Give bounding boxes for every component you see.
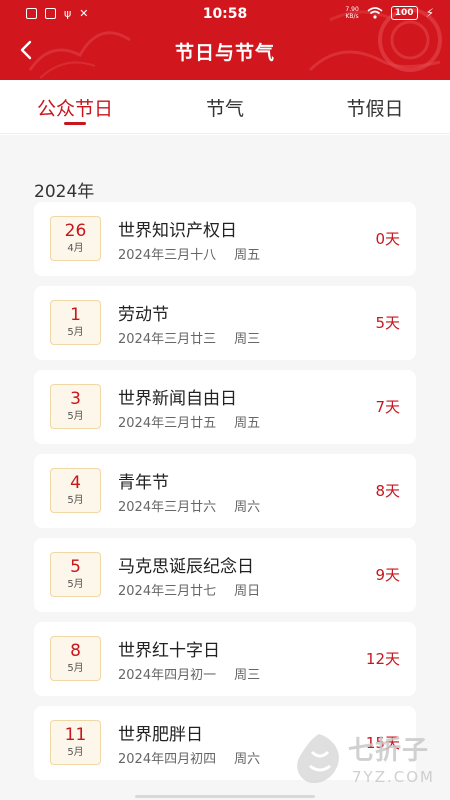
festival-name: 劳动节 (118, 305, 169, 325)
date-badge: 26 4月 (50, 216, 101, 261)
festival-card[interactable]: 5 5月 马克思诞辰纪念日 2024年三月廿七 周日 9天 (34, 538, 416, 612)
festival-lunar-date: 2024年四月初四 周六 (118, 752, 261, 767)
days-countdown: 12天 (365, 650, 400, 668)
days-countdown: 7天 (375, 398, 400, 416)
date-day: 4 (70, 473, 81, 493)
watermark: 七折子 7YZ.COM (292, 726, 442, 794)
days-countdown: 9天 (375, 566, 400, 584)
date-day: 1 (70, 305, 81, 325)
date-badge: 3 5月 (50, 384, 101, 429)
network-speed: 7.90 KB/s (345, 6, 359, 20)
app-header: ψ ✕ 10:58 7.90 KB/s 100 ⚡ 节日与节气 (0, 0, 450, 80)
date-month: 4月 (67, 243, 84, 254)
date-month: 5月 (67, 747, 84, 758)
tab-statutory-holidays[interactable]: 节假日 (315, 94, 435, 121)
festival-name: 世界肥胖日 (118, 725, 203, 745)
date-month: 5月 (67, 327, 84, 338)
date-badge: 1 5月 (50, 300, 101, 345)
date-day: 8 (70, 641, 81, 661)
watermark-text: 七折子 (348, 736, 430, 766)
date-day: 5 (70, 557, 81, 577)
date-day: 11 (64, 725, 87, 745)
festival-name: 青年节 (118, 473, 169, 493)
date-badge: 8 5月 (50, 636, 101, 681)
charging-icon: ⚡ (425, 6, 434, 20)
status-bar: ψ ✕ 10:58 7.90 KB/s 100 ⚡ (0, 0, 450, 28)
watermark-logo-icon (297, 734, 339, 784)
tab-public-holidays[interactable]: 公众节日 (15, 94, 135, 121)
date-month: 5月 (67, 663, 84, 674)
festival-card[interactable]: 1 5月 劳动节 2024年三月廿三 周三 5天 (34, 286, 416, 360)
festival-name: 马克思诞辰纪念日 (118, 557, 254, 577)
festival-name: 世界红十字日 (118, 641, 220, 661)
festival-name: 世界知识产权日 (118, 221, 237, 241)
watermark-subtext: 7YZ.COM (352, 768, 435, 786)
festival-card[interactable]: 4 5月 青年节 2024年三月廿六 周六 8天 (34, 454, 416, 528)
date-badge: 5 5月 (50, 552, 101, 597)
festival-lunar-date: 2024年三月廿七 周日 (118, 584, 261, 599)
festival-card[interactable]: 8 5月 世界红十字日 2024年四月初一 周三 12天 (34, 622, 416, 696)
status-system-icons: 7.90 KB/s 100 ⚡ (345, 6, 434, 20)
festival-name: 世界新闻自由日 (118, 389, 237, 409)
festival-lunar-date: 2024年三月十八 周五 (118, 248, 261, 263)
tab-bar: 公众节日 节气 节假日 (0, 80, 450, 134)
date-day: 3 (70, 389, 81, 409)
festival-lunar-date: 2024年三月廿三 周三 (118, 332, 261, 347)
tab-solar-terms[interactable]: 节气 (165, 94, 285, 121)
home-indicator[interactable] (135, 795, 315, 798)
date-badge: 11 5月 (50, 720, 101, 765)
active-tab-indicator (64, 122, 86, 125)
festival-lunar-date: 2024年三月廿五 周五 (118, 416, 261, 431)
year-heading: 2024年 (34, 182, 95, 202)
festival-lunar-date: 2024年三月廿六 周六 (118, 500, 261, 515)
days-countdown: 0天 (375, 230, 400, 248)
page-title: 节日与节气 (174, 42, 275, 64)
date-day: 26 (64, 221, 87, 241)
date-month: 5月 (67, 579, 84, 590)
date-month: 5月 (67, 495, 84, 506)
days-countdown: 5天 (375, 314, 400, 332)
wifi-icon (367, 7, 383, 19)
date-month: 5月 (67, 411, 84, 422)
festival-list: 2024年 26 4月 世界知识产权日 2024年三月十八 周五 0天 1 5月 … (0, 135, 450, 800)
date-badge: 4 5月 (50, 468, 101, 513)
battery-indicator: 100 (390, 6, 418, 20)
festival-card[interactable]: 3 5月 世界新闻自由日 2024年三月廿五 周五 7天 (34, 370, 416, 444)
festival-card[interactable]: 26 4月 世界知识产权日 2024年三月十八 周五 0天 (34, 202, 416, 276)
festival-lunar-date: 2024年四月初一 周三 (118, 668, 261, 683)
days-countdown: 8天 (375, 482, 400, 500)
